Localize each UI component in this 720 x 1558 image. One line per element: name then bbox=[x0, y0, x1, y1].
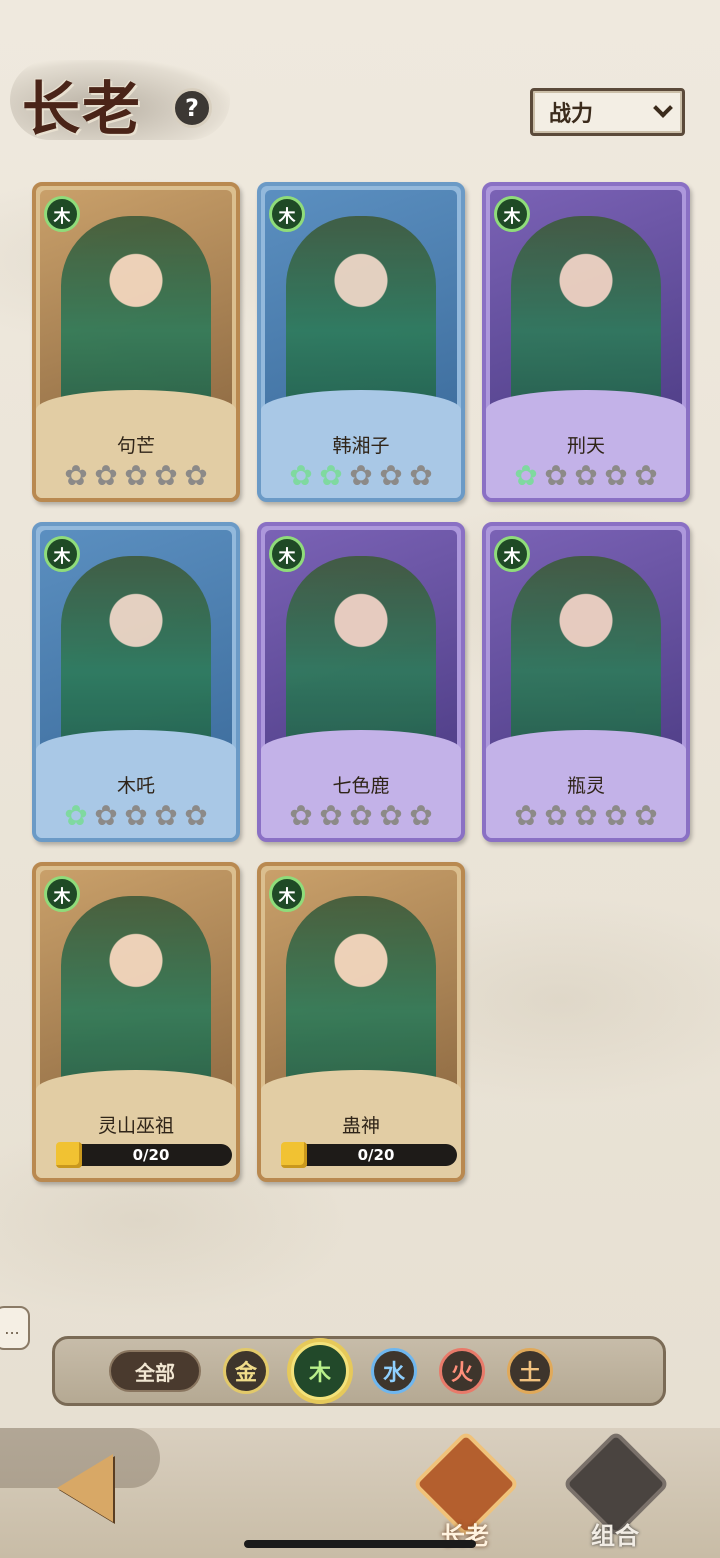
tab-label: 组合 bbox=[591, 1521, 639, 1550]
star-icon: ✿ bbox=[94, 799, 118, 832]
hero-name: 韩湘子 bbox=[332, 435, 390, 457]
star-icon: ✿ bbox=[154, 459, 178, 492]
star-icon: ✿ bbox=[514, 459, 538, 492]
tab-combo[interactable]: 组合 bbox=[560, 1430, 670, 1558]
wood-element-icon: 木 bbox=[44, 196, 80, 232]
shard-progress: 0/20 bbox=[70, 1144, 232, 1166]
hero-name: 瓶灵 bbox=[566, 775, 605, 797]
star-icon: ✿ bbox=[64, 799, 88, 832]
star-rating: ✿ ✿ ✿ ✿ ✿ bbox=[486, 462, 686, 490]
star-icon: ✿ bbox=[124, 459, 148, 492]
filter-earth-button[interactable]: 土 bbox=[507, 1348, 553, 1394]
filter-fire-button[interactable]: 火 bbox=[439, 1348, 485, 1394]
question-icon[interactable]: ? bbox=[172, 88, 212, 128]
star-icon: ✿ bbox=[574, 799, 598, 832]
hero-card[interactable]: 木 刑天 ✿ ✿ ✿ ✿ ✿ bbox=[482, 182, 690, 502]
hero-card[interactable]: 木 句芒 ✿ ✿ ✿ ✿ ✿ bbox=[32, 182, 240, 502]
hero-card-locked[interactable]: 木 灵山巫祖 0/20 bbox=[32, 862, 240, 1182]
hero-name: 木吒 bbox=[116, 775, 155, 797]
star-icon: ✿ bbox=[634, 459, 658, 492]
star-rating: ✿ ✿ ✿ ✿ ✿ bbox=[261, 462, 461, 490]
star-icon: ✿ bbox=[184, 459, 208, 492]
star-icon: ✿ bbox=[379, 799, 403, 832]
hero-name: 蛊神 bbox=[341, 1115, 380, 1137]
back-arrow-icon bbox=[57, 1454, 113, 1522]
wood-element-icon: 木 bbox=[44, 536, 80, 572]
hero-name: 句芒 bbox=[116, 435, 155, 457]
element-filter-bar: 全部 金 木 水 火 土 bbox=[52, 1336, 666, 1406]
hero-name: 灵山巫祖 bbox=[97, 1115, 174, 1137]
star-icon: ✿ bbox=[514, 799, 538, 832]
filter-metal-button[interactable]: 金 bbox=[223, 1348, 269, 1394]
puzzle-piece-icon bbox=[56, 1142, 82, 1168]
star-rating: ✿ ✿ ✿ ✿ ✿ bbox=[36, 462, 236, 490]
shard-progress: 0/20 bbox=[295, 1144, 457, 1166]
star-icon: ✿ bbox=[604, 459, 628, 492]
star-rating: ✿ ✿ ✿ ✿ ✿ bbox=[36, 802, 236, 830]
wood-element-icon: 木 bbox=[44, 876, 80, 912]
sort-dropdown[interactable]: 战力 bbox=[530, 88, 685, 136]
star-icon: ✿ bbox=[409, 799, 433, 832]
star-icon: ✿ bbox=[634, 799, 658, 832]
hero-card[interactable]: 木 七色鹿 ✿ ✿ ✿ ✿ ✿ bbox=[257, 522, 465, 842]
hero-card[interactable]: 木 瓶灵 ✿ ✿ ✿ ✿ ✿ bbox=[482, 522, 690, 842]
back-button[interactable] bbox=[40, 1448, 130, 1528]
hero-card[interactable]: 木 韩湘子 ✿ ✿ ✿ ✿ ✿ bbox=[257, 182, 465, 502]
star-icon: ✿ bbox=[379, 459, 403, 492]
star-rating: ✿ ✿ ✿ ✿ ✿ bbox=[486, 802, 686, 830]
star-icon: ✿ bbox=[94, 459, 118, 492]
header: 长老 ? 战力 bbox=[0, 0, 720, 160]
star-icon: ✿ bbox=[289, 799, 313, 832]
star-icon: ✿ bbox=[64, 459, 88, 492]
filter-all-button[interactable]: 全部 bbox=[109, 1350, 201, 1392]
sort-label: 战力 bbox=[549, 102, 594, 127]
star-icon: ✿ bbox=[349, 459, 373, 492]
star-icon: ✿ bbox=[604, 799, 628, 832]
hero-name: 刑天 bbox=[566, 435, 605, 457]
star-icon: ✿ bbox=[184, 799, 208, 832]
star-icon: ✿ bbox=[574, 459, 598, 492]
wood-element-icon: 木 bbox=[494, 196, 530, 232]
star-icon: ✿ bbox=[319, 799, 343, 832]
star-icon: ✿ bbox=[544, 459, 568, 492]
star-icon: ✿ bbox=[124, 799, 148, 832]
wood-element-icon: 木 bbox=[269, 196, 305, 232]
filter-wood-button[interactable]: 木 bbox=[291, 1342, 349, 1400]
wood-element-icon: 木 bbox=[494, 536, 530, 572]
page-title: 长老 bbox=[22, 75, 143, 143]
star-icon: ✿ bbox=[409, 459, 433, 492]
hero-card-locked[interactable]: 木 蛊神 0/20 bbox=[257, 862, 465, 1182]
star-rating: ✿ ✿ ✿ ✿ ✿ bbox=[261, 802, 461, 830]
star-icon: ✿ bbox=[349, 799, 373, 832]
wood-element-icon: 木 bbox=[269, 876, 305, 912]
chat-bubble-icon[interactable]: ... bbox=[0, 1306, 30, 1350]
puzzle-piece-icon bbox=[281, 1142, 307, 1168]
star-icon: ✿ bbox=[289, 459, 313, 492]
star-icon: ✿ bbox=[154, 799, 178, 832]
hero-card[interactable]: 木 木吒 ✿ ✿ ✿ ✿ ✿ bbox=[32, 522, 240, 842]
filter-water-button[interactable]: 水 bbox=[371, 1348, 417, 1394]
home-indicator bbox=[244, 1540, 476, 1548]
star-icon: ✿ bbox=[319, 459, 343, 492]
hero-name: 七色鹿 bbox=[332, 775, 390, 797]
star-icon: ✿ bbox=[544, 799, 568, 832]
chevron-down-icon bbox=[653, 98, 673, 118]
wood-element-icon: 木 bbox=[269, 536, 305, 572]
